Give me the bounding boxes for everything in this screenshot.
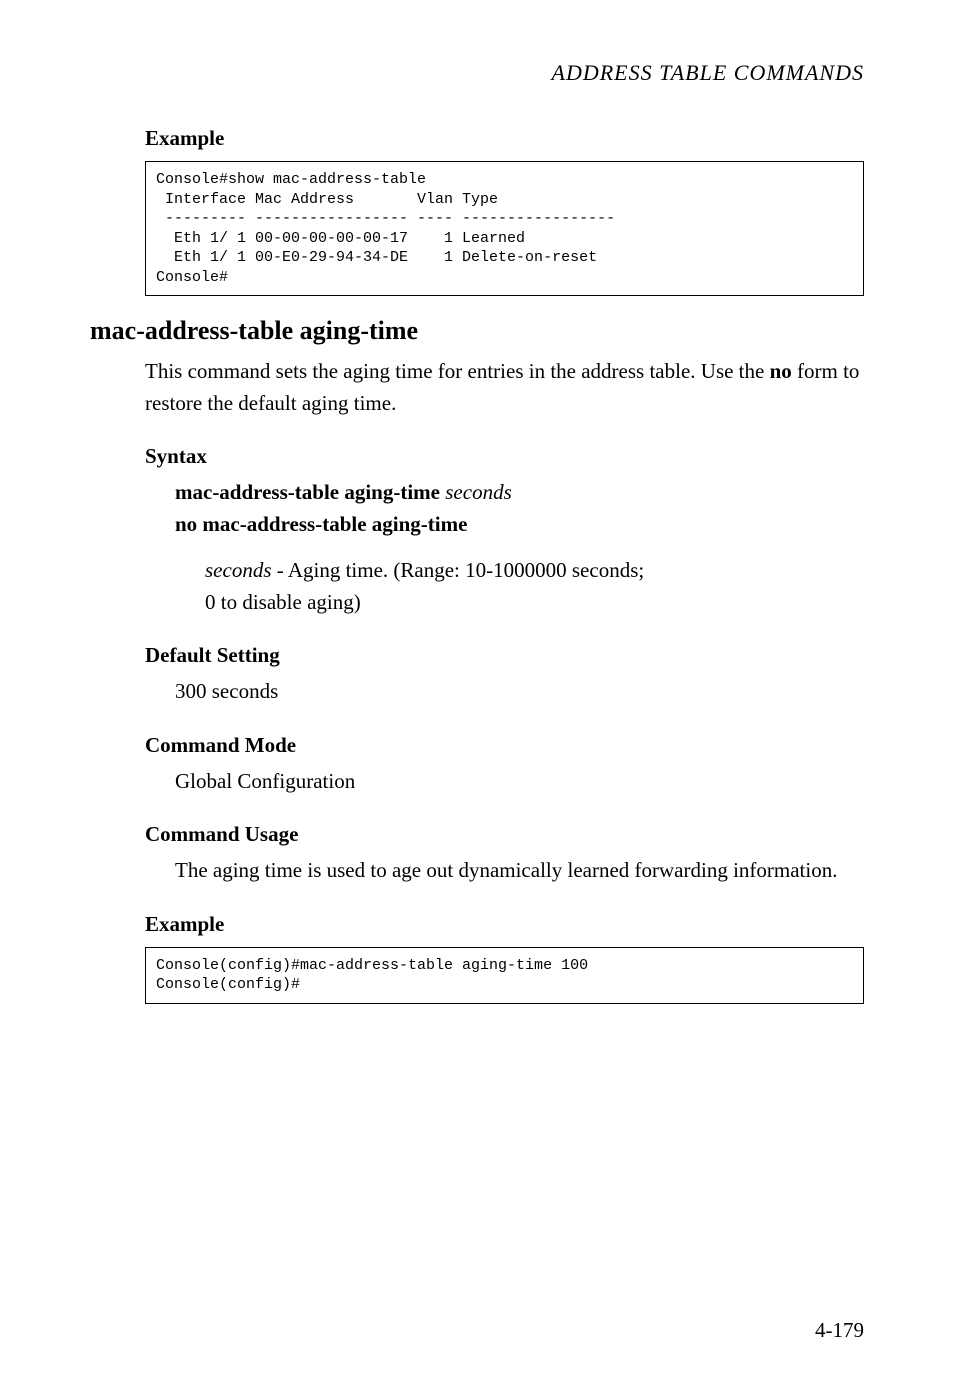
- example1-heading: Example: [145, 126, 864, 151]
- syntax-cmd2: no mac-address-table aging-time: [175, 512, 467, 536]
- command-usage-heading: Command Usage: [145, 822, 864, 847]
- param-description: seconds - Aging time. (Range: 10-1000000…: [205, 555, 864, 618]
- command-usage-text: The aging time is used to age out dynami…: [175, 855, 864, 887]
- default-setting-heading: Default Setting: [145, 643, 864, 668]
- command-mode-heading: Command Mode: [145, 733, 864, 758]
- default-setting-text: 300 seconds: [175, 676, 864, 708]
- command-description: This command sets the aging time for ent…: [145, 356, 864, 419]
- param-desc2: 0 to disable aging): [205, 590, 361, 614]
- syntax-line1: mac-address-table aging-time seconds: [175, 477, 864, 509]
- command-title: mac-address-table aging-time: [90, 316, 864, 346]
- example2-heading: Example: [145, 912, 864, 937]
- command-mode-text: Global Configuration: [175, 766, 864, 798]
- page-header: ADDRESS TABLE COMMANDS: [90, 60, 864, 86]
- example2-code: Console(config)#mac-address-table aging-…: [145, 947, 864, 1004]
- param-desc1: - Aging time. (Range: 10-1000000 seconds…: [272, 558, 645, 582]
- syntax-line2: no mac-address-table aging-time: [175, 509, 864, 541]
- desc-no: no: [770, 359, 792, 383]
- desc-part1: This command sets the aging time for ent…: [145, 359, 770, 383]
- param-name: seconds: [205, 558, 272, 582]
- syntax-arg1: seconds: [445, 480, 512, 504]
- example1-code: Console#show mac-address-table Interface…: [145, 161, 864, 296]
- syntax-heading: Syntax: [145, 444, 864, 469]
- page-number: 4-179: [815, 1318, 864, 1343]
- syntax-cmd1: mac-address-table aging-time: [175, 480, 440, 504]
- page-container: ADDRESS TABLE COMMANDS Example Console#s…: [0, 0, 954, 1388]
